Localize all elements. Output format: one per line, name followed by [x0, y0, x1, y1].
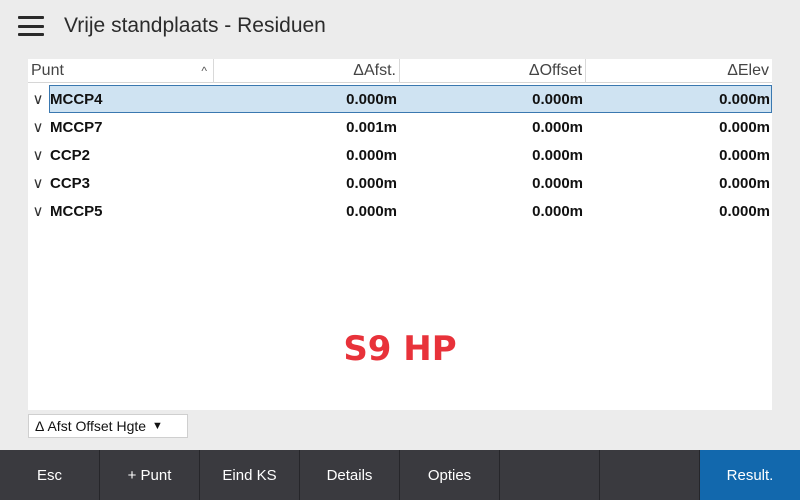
table-row[interactable]: ∨ CCP3 0.000m 0.000m 0.000m — [28, 169, 772, 197]
sort-ascending-icon: ^ — [201, 64, 207, 78]
delta-offset: 0.000m — [532, 174, 583, 192]
delta-elev: 0.000m — [719, 118, 770, 136]
check-icon[interactable]: ∨ — [28, 174, 48, 192]
residuals-table: Punt ^ ΔAfst. ΔOffset ΔElev ∨ MCCP4 0.00… — [28, 59, 772, 410]
point-name: MCCP5 — [50, 202, 103, 220]
delta-offset: 0.000m — [532, 202, 583, 220]
end-ks-button[interactable]: Eind KS — [200, 450, 300, 500]
point-name: CCP3 — [50, 174, 91, 192]
table-row[interactable]: ∨ MCCP4 0.000m 0.000m 0.000m — [28, 85, 772, 113]
point-name: CCP2 — [50, 146, 91, 164]
delta-afst: 0.000m — [346, 202, 397, 220]
column-header-punt[interactable]: Punt ^ — [28, 59, 214, 83]
delta-elev: 0.000m — [719, 146, 770, 164]
empty-softkey-1[interactable] — [500, 450, 600, 500]
delta-afst: 0.000m — [346, 90, 397, 108]
check-icon[interactable]: ∨ — [28, 146, 48, 164]
column-label: Punt — [31, 62, 64, 79]
view-mode-value: Δ Afst Offset Hgte — [35, 418, 147, 434]
esc-button[interactable]: Esc — [0, 450, 100, 500]
bottom-toolbar: Esc + Punt Eind KS Details Opties Result… — [0, 450, 800, 500]
result-button[interactable]: Result. — [700, 450, 800, 500]
delta-elev: 0.000m — [719, 90, 770, 108]
column-header-elev[interactable]: ΔElev — [586, 59, 772, 83]
point-name: MCCP7 — [50, 118, 103, 136]
table-row[interactable]: ∨ CCP2 0.000m 0.000m 0.000m — [28, 141, 772, 169]
hamburger-icon[interactable] — [18, 16, 44, 36]
delta-elev: 0.000m — [719, 174, 770, 192]
empty-softkey-2[interactable] — [600, 450, 700, 500]
device-watermark: S9 HP — [343, 329, 457, 369]
options-button[interactable]: Opties — [400, 450, 500, 500]
point-name: MCCP4 — [50, 90, 103, 108]
check-icon[interactable]: ∨ — [28, 118, 48, 136]
view-mode-select[interactable]: Δ Afst Offset Hgte ▼ — [28, 414, 188, 438]
table-header: Punt ^ ΔAfst. ΔOffset ΔElev — [28, 59, 772, 83]
delta-offset: 0.000m — [532, 146, 583, 164]
page-title: Vrije standplaats - Residuen — [64, 14, 326, 37]
table-row[interactable]: ∨ MCCP5 0.000m 0.000m 0.000m — [28, 197, 772, 225]
delta-offset: 0.000m — [532, 118, 583, 136]
delta-elev: 0.000m — [719, 202, 770, 220]
add-point-button[interactable]: + Punt — [100, 450, 200, 500]
column-header-offset[interactable]: ΔOffset — [400, 59, 586, 83]
app-header: Vrije standplaats - Residuen — [0, 0, 800, 52]
details-button[interactable]: Details — [300, 450, 400, 500]
caret-down-icon: ▼ — [152, 420, 163, 432]
check-icon[interactable]: ∨ — [28, 90, 48, 108]
column-header-afst[interactable]: ΔAfst. — [214, 59, 400, 83]
delta-afst: 0.000m — [346, 174, 397, 192]
delta-afst: 0.000m — [346, 146, 397, 164]
delta-afst: 0.001m — [346, 118, 397, 136]
check-icon[interactable]: ∨ — [28, 202, 48, 220]
delta-offset: 0.000m — [532, 90, 583, 108]
table-row[interactable]: ∨ MCCP7 0.001m 0.000m 0.000m — [28, 113, 772, 141]
